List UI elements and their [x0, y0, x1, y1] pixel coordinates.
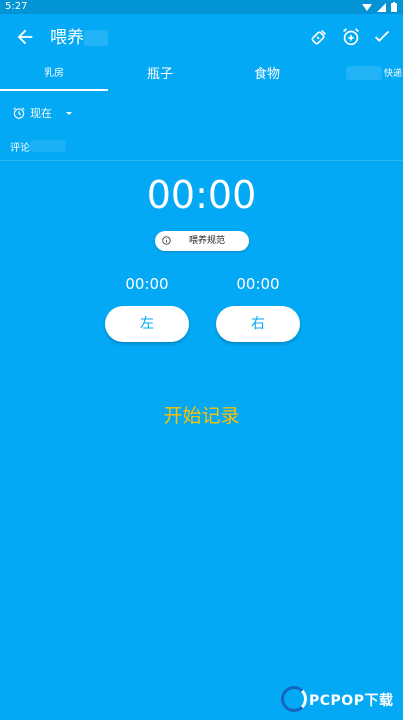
tab-bottle[interactable]: 瓶子	[108, 62, 212, 92]
bottle-icon[interactable]	[308, 26, 330, 48]
feeding-guide-label: 喂养规范	[189, 236, 226, 246]
tab-breast[interactable]: 乳房	[0, 62, 108, 92]
page-title: 喂养	[50, 28, 84, 48]
tab-quick-redacted	[346, 66, 382, 80]
left-button[interactable]: 左	[105, 306, 189, 342]
tab-bar: 乳房 瓶子 食物 快递	[0, 62, 403, 92]
left-timer: 00:00	[125, 275, 169, 293]
main-timer: 00:00	[146, 173, 257, 217]
watermark-circle-icon	[281, 686, 307, 712]
comment-label[interactable]: 评论	[10, 139, 30, 154]
app-bar: 喂养	[0, 14, 403, 62]
check-icon[interactable]	[371, 26, 393, 48]
wifi-icon	[362, 3, 372, 11]
signal-icon	[377, 2, 386, 12]
info-icon	[162, 236, 171, 245]
title-redacted	[84, 30, 108, 46]
right-button[interactable]: 右	[216, 306, 300, 342]
status-bar: 5:27	[0, 0, 403, 14]
time-selector[interactable]: 现在	[12, 104, 72, 122]
status-time: 5:27	[5, 1, 28, 12]
tab-indicator	[0, 89, 108, 91]
comment-redacted	[30, 140, 66, 152]
tab-food[interactable]: 食物	[212, 62, 322, 92]
right-timer: 00:00	[236, 275, 280, 293]
dropdown-arrow-icon	[66, 111, 72, 115]
alarm-clock-icon	[13, 107, 25, 119]
status-icons	[362, 2, 397, 12]
divider	[0, 160, 403, 161]
battery-icon	[391, 2, 397, 12]
start-record-button[interactable]: 开始记录	[0, 402, 403, 430]
time-selector-label: 现在	[30, 107, 52, 120]
feeding-guide-button[interactable]: 喂养规范	[155, 231, 249, 251]
alarm-add-icon[interactable]	[340, 26, 362, 48]
watermark-text: PCPOP下载	[309, 693, 394, 709]
back-arrow-icon[interactable]	[14, 26, 36, 48]
watermark-logo: PCPOP下载	[279, 684, 403, 720]
